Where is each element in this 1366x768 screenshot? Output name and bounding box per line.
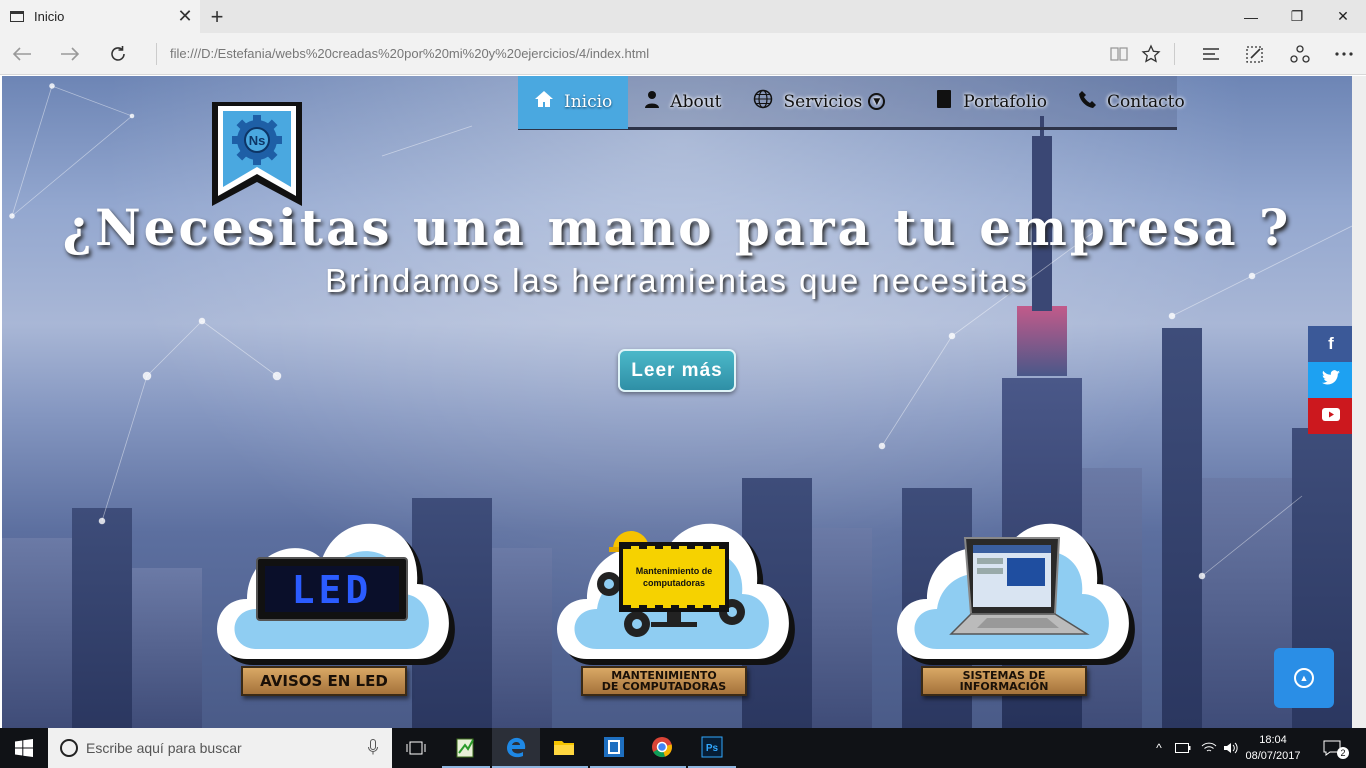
- maintenance-sign-line1: Mantenimiento de: [636, 566, 713, 576]
- hero-headline: ¿Necesitas una mano para tu empresa ?: [62, 198, 1292, 257]
- toolbar-separator: [1174, 43, 1175, 65]
- forward-icon[interactable]: [50, 33, 90, 75]
- service-systems-card[interactable]: SISTEMAS DE INFORMACIÓN: [887, 494, 1137, 699]
- taskbar-clock[interactable]: 18:04 08/07/2017: [1240, 732, 1306, 764]
- close-tab-icon[interactable]: ✕: [170, 6, 200, 27]
- page-icon: [10, 11, 24, 22]
- web-note-icon[interactable]: [1235, 33, 1275, 75]
- url-separator: [156, 43, 157, 65]
- phone-icon: [1079, 90, 1097, 113]
- svg-text:Ps: Ps: [706, 743, 719, 754]
- share-icon[interactable]: [1280, 33, 1320, 75]
- task-view-icon[interactable]: [392, 728, 440, 768]
- taskbar-search[interactable]: Escribe aquí para buscar: [48, 728, 392, 768]
- refresh-icon[interactable]: [98, 33, 138, 75]
- globe-icon: [753, 89, 773, 114]
- nav-item-portafolio[interactable]: Portafolio: [919, 76, 1063, 129]
- main-nav: Inicio About Servicios ▼ Portafolio Cont…: [518, 76, 1185, 130]
- book-icon: [935, 89, 953, 114]
- start-button[interactable]: [0, 728, 48, 768]
- youtube-icon: [1322, 406, 1340, 426]
- nav-item-servicios[interactable]: Servicios ▼: [737, 76, 901, 129]
- led-sign-text: LED: [292, 568, 373, 612]
- nav-label: Contacto: [1107, 91, 1185, 112]
- service-title-line2: DE COMPUTADORAS: [601, 680, 727, 693]
- nav-item-contacto[interactable]: Contacto: [1063, 76, 1201, 129]
- maintenance-sign-line2: computadoras: [643, 578, 705, 588]
- service-maintenance-card[interactable]: Mantenimiento de computadoras MANTENIMIE…: [547, 494, 797, 699]
- back-to-top-button[interactable]: ▲: [1274, 648, 1334, 708]
- windows-icon: [15, 739, 33, 757]
- scrollbar[interactable]: [1352, 76, 1366, 728]
- service-title-line2: INFORMACIÓN: [959, 680, 1049, 693]
- read-more-button[interactable]: Leer más: [618, 349, 736, 392]
- address-bar: file:///D:/Estefania/webs%20creadas%20po…: [0, 33, 1366, 75]
- chevron-up-icon: ▲: [1294, 668, 1314, 688]
- close-window-button[interactable]: ✕: [1320, 0, 1366, 33]
- service-led-card[interactable]: LED AVISOS EN LED: [207, 494, 457, 699]
- service-plank: SISTEMAS DE INFORMACIÓN: [921, 666, 1087, 696]
- notifications-count: 2: [1337, 747, 1349, 759]
- battery-icon[interactable]: [1172, 728, 1194, 768]
- clock-time: 18:04: [1259, 734, 1287, 746]
- taskbar: Escribe aquí para buscar Ps ^ 18:04 08/0…: [0, 728, 1366, 768]
- browser-tab[interactable]: Inicio ✕: [0, 0, 200, 33]
- restore-button[interactable]: ❐: [1274, 0, 1320, 33]
- twitter-icon: [1322, 370, 1340, 390]
- new-tab-button[interactable]: +: [202, 0, 232, 33]
- taskbar-app-photoshop-icon[interactable]: Ps: [688, 728, 736, 768]
- taskbar-app-store-icon[interactable]: [590, 728, 638, 768]
- clock-date: 08/07/2017: [1245, 750, 1301, 762]
- nav-item-inicio[interactable]: Inicio: [518, 76, 629, 129]
- service-plank: AVISOS EN LED: [241, 666, 407, 696]
- microphone-icon[interactable]: [368, 738, 378, 758]
- person-icon: [644, 90, 660, 113]
- logo-text: Ns: [249, 133, 266, 148]
- tab-bar: Inicio ✕ + — ❐ ✕: [0, 0, 1366, 33]
- tab-title: Inicio: [34, 9, 65, 24]
- web-page: Inicio About Servicios ▼ Portafolio Cont…: [2, 76, 1352, 728]
- hub-icon[interactable]: [1191, 33, 1231, 75]
- cortana-icon: [60, 739, 78, 757]
- taskbar-app-notepad-icon[interactable]: [442, 728, 490, 768]
- back-icon[interactable]: [2, 33, 42, 75]
- hero-subheadline: Brindamos las herramientas que necesitas: [325, 262, 1029, 299]
- nav-label: Portafolio: [963, 91, 1047, 112]
- minimize-button[interactable]: —: [1228, 0, 1274, 33]
- volume-icon[interactable]: [1220, 728, 1242, 768]
- wifi-icon[interactable]: [1198, 728, 1220, 768]
- nav-item-about[interactable]: About: [628, 76, 737, 129]
- home-icon: [534, 90, 554, 113]
- site-logo[interactable]: Ns: [210, 100, 304, 208]
- more-icon[interactable]: [1324, 33, 1364, 75]
- nav-label: About: [670, 91, 722, 112]
- facebook-icon: f: [1328, 334, 1334, 353]
- service-plank: MANTENIMIENTO DE COMPUTADORAS: [581, 666, 747, 696]
- chevron-up-tray-icon[interactable]: ^: [1150, 728, 1168, 768]
- taskbar-app-explorer-icon[interactable]: [540, 728, 588, 768]
- youtube-button[interactable]: [1308, 398, 1352, 434]
- url-input[interactable]: file:///D:/Estefania/webs%20creadas%20po…: [170, 46, 649, 61]
- twitter-button[interactable]: [1308, 362, 1352, 398]
- notifications-icon[interactable]: 2: [1316, 728, 1356, 768]
- service-title: AVISOS EN LED: [260, 671, 388, 690]
- taskbar-app-chrome-icon[interactable]: [638, 728, 686, 768]
- nav-label: Inicio: [564, 91, 613, 112]
- nav-label: Servicios: [783, 91, 863, 112]
- facebook-button[interactable]: f: [1308, 326, 1352, 362]
- chevron-down-icon[interactable]: ▼: [868, 93, 886, 110]
- taskbar-app-edge-icon[interactable]: [492, 728, 540, 768]
- window-controls: — ❐ ✕: [1228, 0, 1366, 33]
- search-input[interactable]: Escribe aquí para buscar: [86, 740, 368, 756]
- favorite-star-icon[interactable]: [1131, 33, 1171, 75]
